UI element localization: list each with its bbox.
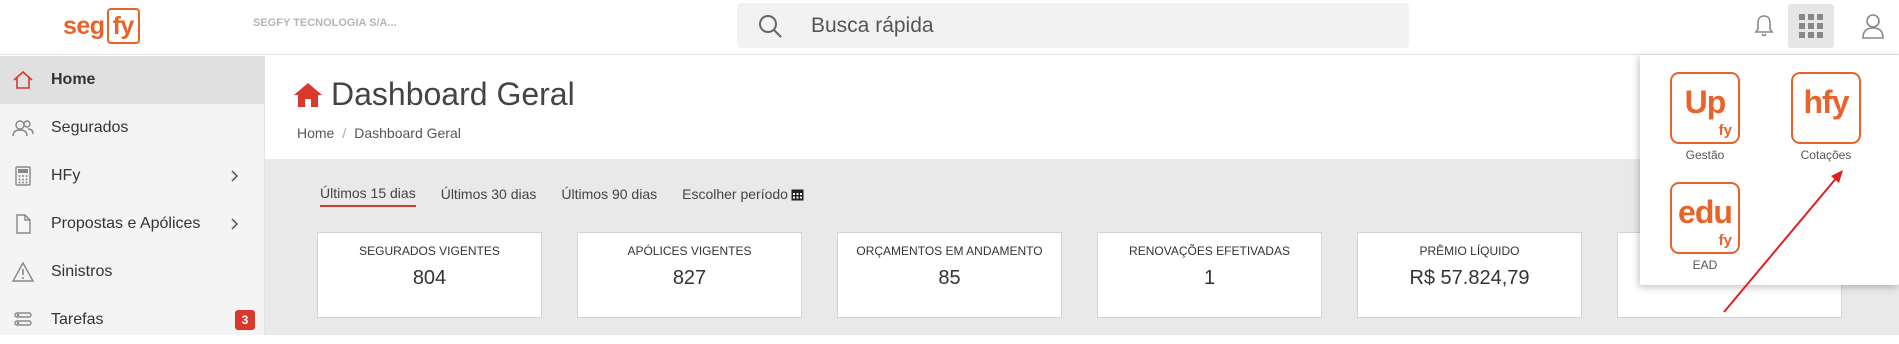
filter-custom-period[interactable]: Escolher período bbox=[682, 186, 804, 206]
kpi-label: PRÊMIO LÍQUIDO bbox=[1419, 244, 1520, 258]
logo-text-fy: fy bbox=[106, 8, 140, 44]
kpi-value: 827 bbox=[672, 267, 707, 289]
kpi-label: ORÇAMENTOS EM ANDAMENTO bbox=[856, 244, 1043, 258]
kpi-card-renovacoes[interactable]: RENOVAÇÕES EFETIVADAS 1 bbox=[1097, 232, 1322, 318]
app-caption: EAD bbox=[1692, 258, 1718, 272]
search-input[interactable] bbox=[811, 3, 1371, 48]
sidebar-item-label: HFy bbox=[51, 167, 81, 184]
app-cotacoes[interactable]: hfy Cotações bbox=[1781, 72, 1871, 162]
users-icon bbox=[12, 117, 34, 139]
document-icon bbox=[12, 213, 34, 235]
kpi-card-segurados[interactable]: SEGURADOS VIGENTES 804 bbox=[317, 232, 542, 318]
filter-custom-label: Escolher período bbox=[682, 186, 788, 202]
sidebar-item-label: Segurados bbox=[51, 119, 129, 136]
app-caption: Gestão bbox=[1685, 148, 1725, 162]
sidebar-item-label: Sinistros bbox=[51, 263, 113, 280]
kpi-value: 85 bbox=[938, 267, 961, 289]
sidebar-item-home[interactable]: Home bbox=[0, 56, 264, 104]
sidebar-item-propostas[interactable]: Propostas e Apólices bbox=[0, 200, 264, 248]
app-ead[interactable]: edu fy EAD bbox=[1660, 182, 1750, 272]
company-name[interactable]: SEGFY TECNOLOGIA S/A... bbox=[253, 17, 397, 29]
quick-search[interactable] bbox=[737, 3, 1409, 48]
kpi-value: 804 bbox=[412, 267, 447, 289]
notifications-button[interactable] bbox=[1742, 0, 1786, 52]
kpi-label: SEGURADOS VIGENTES bbox=[359, 244, 500, 258]
app-logo-small: fy bbox=[1718, 232, 1732, 249]
chevron-right-icon bbox=[231, 218, 239, 230]
breadcrumb-current: Dashboard Geral bbox=[354, 125, 461, 141]
edufy-logo: edu fy bbox=[1670, 182, 1740, 254]
kpi-card-orcamentos[interactable]: ORÇAMENTOS EM ANDAMENTO 85 bbox=[837, 232, 1062, 318]
warning-icon bbox=[12, 261, 34, 283]
kpi-card-apolices[interactable]: APÓLICES VIGENTES 827 bbox=[577, 232, 802, 318]
tasks-icon bbox=[12, 309, 34, 331]
filter-30-days[interactable]: Últimos 30 dias bbox=[441, 186, 537, 206]
bell-icon bbox=[1754, 15, 1774, 37]
sidebar-item-sinistros[interactable]: Sinistros bbox=[0, 248, 264, 296]
user-menu-button[interactable] bbox=[1851, 0, 1895, 52]
logo-text-seg: seg bbox=[63, 11, 105, 40]
sidebar-item-segurados[interactable]: Segurados bbox=[0, 104, 264, 152]
kpi-label: APÓLICES VIGENTES bbox=[627, 244, 752, 258]
app-logo-big: edu bbox=[1678, 194, 1733, 230]
breadcrumb-home[interactable]: Home bbox=[297, 125, 334, 141]
app-gestao[interactable]: Up fy Gestão bbox=[1660, 72, 1750, 162]
sidebar-item-tarefas[interactable]: Tarefas 3 bbox=[0, 296, 264, 344]
calendar-icon bbox=[791, 189, 804, 201]
apps-button[interactable] bbox=[1788, 4, 1834, 48]
sidebar-item-label: Home bbox=[51, 71, 96, 88]
filter-15-days[interactable]: Últimos 15 dias bbox=[320, 185, 416, 207]
page-title: Dashboard Geral bbox=[293, 76, 575, 113]
breadcrumb: Home / Dashboard Geral bbox=[297, 125, 461, 141]
filter-90-days[interactable]: Últimos 90 dias bbox=[561, 186, 657, 206]
kpi-value: R$ 57.824,79 bbox=[1409, 267, 1530, 289]
sidebar: Home Segurados HFy Propostas e Apólices … bbox=[0, 56, 265, 335]
app-logo-big: hfy bbox=[1803, 84, 1850, 120]
sidebar-item-hfy[interactable]: HFy bbox=[0, 152, 264, 200]
upfy-logo: Up fy bbox=[1670, 72, 1740, 144]
kpi-value: 1 bbox=[1203, 267, 1216, 289]
kpi-label: RENOVAÇÕES EFETIVADAS bbox=[1129, 244, 1290, 258]
top-bar: seg fy SEGFY TECNOLOGIA S/A... bbox=[0, 0, 1899, 55]
hfy-logo: hfy bbox=[1791, 72, 1861, 144]
sidebar-item-label: Tarefas bbox=[51, 311, 104, 328]
kpi-card-premio[interactable]: PRÊMIO LÍQUIDO R$ 57.824,79 bbox=[1357, 232, 1582, 318]
breadcrumb-separator: / bbox=[342, 125, 347, 141]
segfy-logo[interactable]: seg fy bbox=[63, 8, 140, 44]
app-logo-small: fy bbox=[1718, 122, 1732, 139]
home-icon bbox=[12, 69, 34, 91]
app-caption: Cotações bbox=[1800, 148, 1852, 162]
apps-dropdown: Up fy Gestão hfy Cotações edu fy EAD bbox=[1640, 55, 1899, 285]
home-filled-icon bbox=[294, 82, 322, 107]
calculator-icon bbox=[12, 165, 34, 187]
tasks-count-badge: 3 bbox=[235, 310, 255, 330]
sidebar-item-label: Propostas e Apólices bbox=[51, 215, 201, 232]
app-logo-big: Up bbox=[1684, 84, 1727, 120]
user-icon bbox=[1862, 14, 1884, 39]
search-icon bbox=[759, 15, 782, 38]
apps-grid-icon bbox=[1799, 14, 1823, 38]
period-filters: Últimos 15 dias Últimos 30 dias Últimos … bbox=[320, 185, 829, 207]
page-title-text: Dashboard Geral bbox=[331, 76, 575, 112]
chevron-right-icon bbox=[231, 170, 239, 182]
